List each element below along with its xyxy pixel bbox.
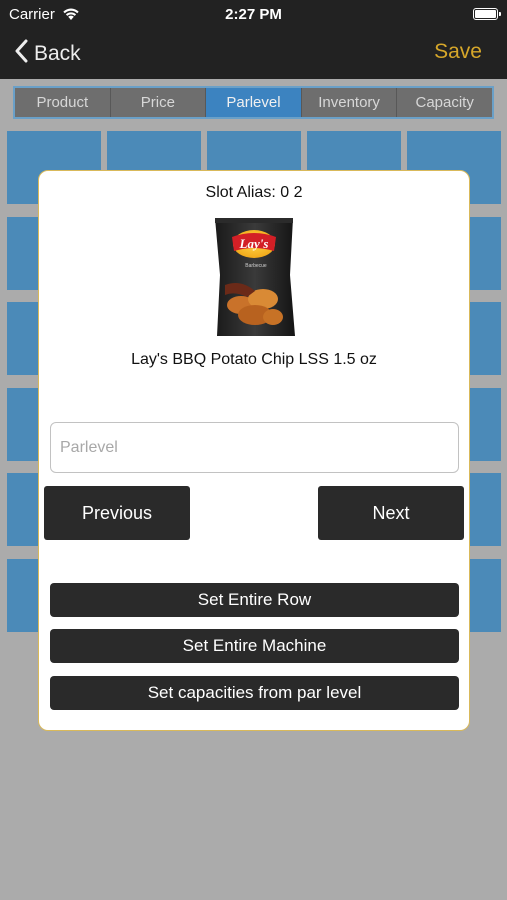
tab-price[interactable]: Price	[111, 88, 207, 117]
save-button[interactable]: Save	[434, 40, 482, 64]
chevron-left-icon	[14, 39, 28, 69]
tab-inventory[interactable]: Inventory	[302, 88, 398, 117]
parlevel-input[interactable]	[50, 422, 459, 473]
navigation-bar: Back Save	[0, 30, 507, 75]
tab-capacity[interactable]: Capacity	[397, 88, 492, 117]
next-button[interactable]: Next	[318, 486, 464, 540]
back-button[interactable]: Back	[14, 39, 81, 69]
svg-text:Lay's: Lay's	[239, 236, 269, 251]
svg-text:Barbecue: Barbecue	[245, 263, 267, 269]
status-time: 2:27 PM	[225, 6, 282, 23]
back-label: Back	[34, 42, 81, 65]
set-entire-machine-button[interactable]: Set Entire Machine	[50, 629, 459, 663]
set-entire-row-button[interactable]: Set Entire Row	[50, 583, 459, 617]
tab-parlevel[interactable]: Parlevel	[206, 88, 302, 117]
segment-tabs: Product Price Parlevel Inventory Capacit…	[13, 86, 494, 119]
parlevel-dialog: Slot Alias: 0 2 Lay's Barbecue Lay's BBQ…	[38, 170, 470, 731]
previous-button[interactable]: Previous	[44, 486, 190, 540]
set-capacities-button[interactable]: Set capacities from par level	[50, 676, 459, 710]
slot-alias: Slot Alias: 0 2	[205, 184, 303, 201]
product-name: Lay's BBQ Potato Chip LSS 1.5 oz	[131, 351, 377, 368]
top-bar: Carrier 2:27 PM Back Save	[0, 0, 507, 79]
status-bar: Carrier 2:27 PM	[0, 4, 507, 26]
product-image: Lay's Barbecue	[215, 218, 295, 336]
tab-product[interactable]: Product	[15, 88, 111, 117]
battery-icon	[473, 8, 501, 20]
